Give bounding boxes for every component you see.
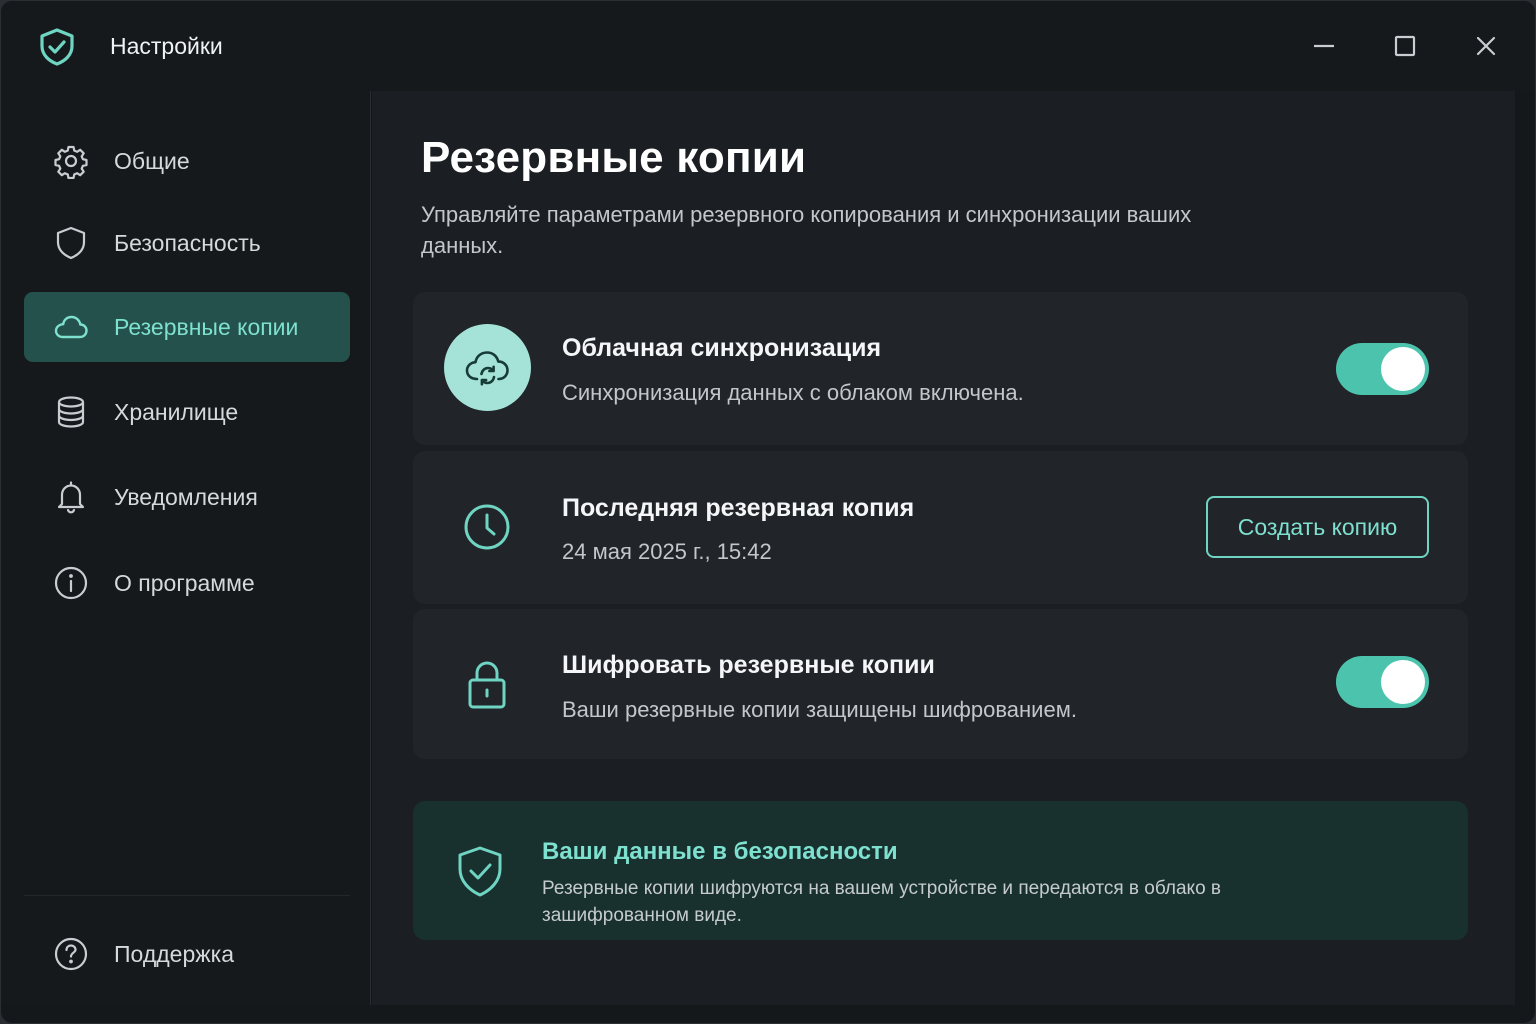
backup-timestamp: 24 мая 2025 г., 15:42 [562,539,772,564]
sidebar-item-label: О программе [114,570,255,596]
card-title: Последняя резервная копия [562,494,915,522]
close-icon [1476,36,1496,56]
cloud-sync-badge [444,324,531,411]
sidebar-item-label: Безопасность [114,230,261,256]
cloud-sync-card: Облачная синхронизация Синхронизация дан… [413,292,1468,445]
title-bar: Настройки [1,1,1535,91]
sidebar-item-label: Общие [114,148,190,174]
sidebar-item-notifications[interactable]: Уведомления [24,462,350,532]
create-backup-button[interactable]: Создать копию [1206,496,1429,558]
security-notice: Ваши данные в безопасности Резервные коп… [413,801,1468,940]
page-subtitle: Управляйте параметрами резервного копиро… [421,202,1192,258]
settings-window: Настройки Общие Безопасность Резервные к… [0,0,1536,1024]
sidebar-divider [24,895,350,896]
minimize-icon [1314,44,1334,48]
encryption-card: Шифровать резервные копии Ваши резервные… [413,609,1468,759]
cloud-sync-toggle[interactable] [1336,343,1429,395]
sidebar-item-label: Резервные копии [114,314,299,340]
card-description: Синхронизация данных с облаком включена. [562,380,1024,405]
notice-title: Ваши данные в безопасности [542,838,898,865]
bell-icon [57,481,85,514]
window-title: Настройки [110,33,223,59]
sidebar-item-label: Хранилище [114,399,239,425]
toggle-knob [1381,347,1425,391]
database-icon [57,396,85,428]
sidebar-item-storage[interactable]: Хранилище [24,377,350,447]
notice-text: Резервные копии шифруются на вашем устро… [542,878,1222,926]
help-icon [54,937,88,971]
card-description: Ваши резервные копии защищены шифрование… [562,697,1077,722]
shield-icon [56,226,86,260]
shield-check-icon [40,28,74,66]
shield-check-icon [458,846,502,897]
close-button[interactable] [1469,29,1503,63]
sidebar-item-about[interactable]: О программе [24,548,350,618]
gear-icon [54,145,88,179]
lock-icon [468,661,506,709]
toggle-knob [1381,660,1425,704]
encryption-toggle[interactable] [1336,656,1429,708]
sidebar-item-support[interactable]: Поддержка [24,919,350,989]
sidebar: Общие Безопасность Резервные копии Храни… [1,91,371,1005]
clock-icon [464,504,510,550]
maximize-icon [1394,35,1416,57]
page-title: Резервные копии [421,133,807,182]
main-content: Резервные копии Управляйте параметрами р… [372,91,1515,1005]
card-title: Шифровать резервные копии [562,651,935,679]
maximize-button[interactable] [1388,29,1422,63]
minimize-button[interactable] [1307,29,1341,63]
sidebar-item-backups[interactable]: Резервные копии [24,292,350,362]
sidebar-item-general[interactable]: Общие [24,126,350,196]
cloud-icon [54,315,88,339]
last-backup-card: Последняя резервная копия 24 мая 2025 г.… [413,451,1468,604]
info-icon [54,566,88,600]
sidebar-item-security[interactable]: Безопасность [24,208,350,278]
card-title: Облачная синхронизация [562,334,882,362]
sidebar-item-label: Поддержка [114,941,234,967]
sidebar-item-label: Уведомления [114,484,258,510]
cloud-sync-icon [465,351,509,386]
